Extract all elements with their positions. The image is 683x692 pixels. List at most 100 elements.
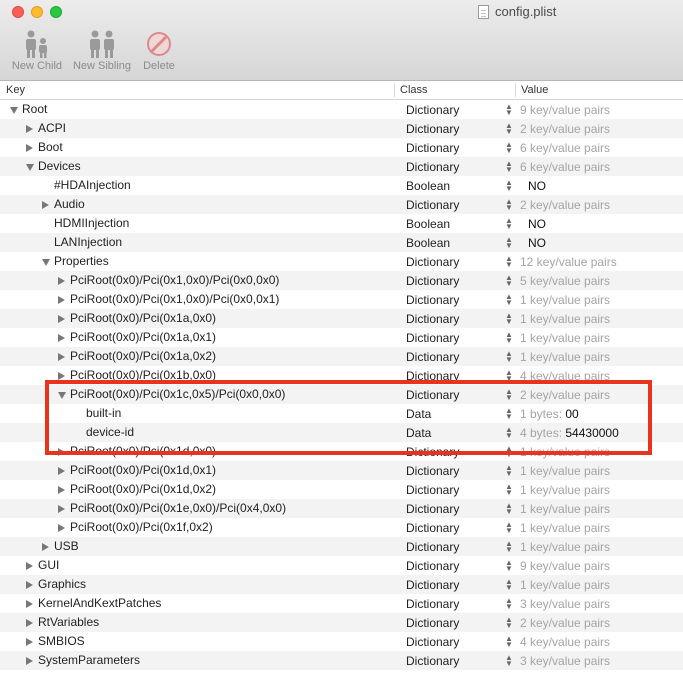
row-value[interactable]: 3 key/value pairs <box>520 654 610 668</box>
class-popup-stepper-icon[interactable]: ▲ ▼ <box>505 559 513 573</box>
outline-row[interactable]: PciRoot(0x0)/Pci(0x1,0x0)/Pci(0x0,0x1) Di… <box>0 290 683 309</box>
row-value[interactable]: 1 key/value pairs <box>520 312 610 326</box>
disclosure-collapsed-icon[interactable] <box>26 562 33 570</box>
zoom-window-button[interactable] <box>50 6 62 18</box>
row-class[interactable]: Dictionary <box>406 103 459 117</box>
class-popup-stepper-icon[interactable]: ▲ ▼ <box>505 103 513 117</box>
row-class[interactable]: Boolean <box>406 179 450 193</box>
outline-row[interactable]: #HDAInjection Boolean ▲ ▼ NO <box>0 176 683 195</box>
class-popup-stepper-icon[interactable]: ▲ ▼ <box>505 540 513 554</box>
row-value[interactable]: 4 bytes: 54430000 <box>520 426 619 440</box>
row-value[interactable]: 1 bytes: 00 <box>520 407 579 421</box>
row-value[interactable]: 6 key/value pairs <box>520 141 610 155</box>
row-class[interactable]: Boolean <box>406 217 450 231</box>
row-class[interactable]: Dictionary <box>406 597 459 611</box>
class-popup-stepper-icon[interactable]: ▲ ▼ <box>505 198 513 212</box>
class-popup-stepper-icon[interactable]: ▲ ▼ <box>505 160 513 174</box>
row-class[interactable]: Dictionary <box>406 502 459 516</box>
column-divider[interactable] <box>515 83 516 97</box>
row-class[interactable]: Data <box>406 407 431 421</box>
column-divider[interactable] <box>394 83 395 97</box>
outline-row[interactable]: PciRoot(0x0)/Pci(0x1c,0x5)/Pci(0x0,0x0) D… <box>0 385 683 404</box>
row-key[interactable]: Root <box>22 102 47 116</box>
row-key[interactable]: SystemParameters <box>38 653 140 667</box>
row-value[interactable]: 3 key/value pairs <box>520 597 610 611</box>
class-popup-stepper-icon[interactable]: ▲ ▼ <box>505 654 513 668</box>
value-column-header[interactable]: Value <box>521 84 548 96</box>
row-class[interactable]: Dictionary <box>406 559 459 573</box>
new-sibling-button[interactable]: New Sibling <box>70 28 134 72</box>
row-key[interactable]: SMBIOS <box>38 634 85 648</box>
row-value[interactable]: 6 key/value pairs <box>520 160 610 174</box>
row-class[interactable]: Dictionary <box>406 331 459 345</box>
disclosure-collapsed-icon[interactable] <box>58 486 65 494</box>
class-popup-stepper-icon[interactable]: ▲ ▼ <box>505 635 513 649</box>
outline-row[interactable]: ACPI Dictionary ▲ ▼ 2 key/value pairs <box>0 119 683 138</box>
row-key[interactable]: Devices <box>38 159 81 173</box>
disclosure-collapsed-icon[interactable] <box>26 125 33 133</box>
row-value[interactable]: 1 key/value pairs <box>520 331 610 345</box>
row-key[interactable]: Audio <box>54 197 85 211</box>
row-class[interactable]: Data <box>406 426 431 440</box>
class-popup-stepper-icon[interactable]: ▲ ▼ <box>505 578 513 592</box>
row-value[interactable]: 1 key/value pairs <box>520 293 610 307</box>
class-popup-stepper-icon[interactable]: ▲ ▼ <box>505 331 513 345</box>
row-class[interactable]: Dictionary <box>406 369 459 383</box>
row-value[interactable]: 12 key/value pairs <box>520 255 617 269</box>
row-key[interactable]: ACPI <box>38 121 66 135</box>
row-key[interactable]: Graphics <box>38 577 86 591</box>
outline-row[interactable]: built-in Data ▲ ▼ 1 bytes: 00 <box>0 404 683 423</box>
row-class[interactable]: Dictionary <box>406 160 459 174</box>
outline-row[interactable]: Audio Dictionary ▲ ▼ 2 key/value pairs <box>0 195 683 214</box>
outline-row[interactable]: PciRoot(0x0)/Pci(0x1d,0x0) Dictionary ▲ ▼ 1 … <box>0 442 683 461</box>
outline-row[interactable]: GUI Dictionary ▲ ▼ 9 key/value pairs <box>0 556 683 575</box>
row-key[interactable]: PciRoot(0x0)/Pci(0x1d,0x2) <box>70 482 216 496</box>
row-value[interactable]: 2 key/value pairs <box>520 616 610 630</box>
class-popup-stepper-icon[interactable]: ▲ ▼ <box>505 388 513 402</box>
outline-row[interactable]: PciRoot(0x0)/Pci(0x1f,0x2) Dictionary ▲ ▼ 1 … <box>0 518 683 537</box>
row-key[interactable]: PciRoot(0x0)/Pci(0x1b,0x0) <box>70 368 216 382</box>
row-key[interactable]: USB <box>54 539 79 553</box>
outline-row[interactable]: SMBIOS Dictionary ▲ ▼ 4 key/value pairs <box>0 632 683 651</box>
outline-row[interactable]: PciRoot(0x0)/Pci(0x1a,0x0) Dictionary ▲ ▼ 1 … <box>0 309 683 328</box>
outline-row[interactable]: Devices Dictionary ▲ ▼ 6 key/value pairs <box>0 157 683 176</box>
outline-row[interactable]: SystemParameters Dictionary ▲ ▼ 3 key/value … <box>0 651 683 670</box>
row-key[interactable]: Boot <box>38 140 63 154</box>
class-popup-stepper-icon[interactable]: ▲ ▼ <box>505 255 513 269</box>
row-key[interactable]: device-id <box>86 425 134 439</box>
outline-row[interactable]: PciRoot(0x0)/Pci(0x1d,0x1) Dictionary ▲ ▼ 1 … <box>0 461 683 480</box>
disclosure-collapsed-icon[interactable] <box>26 600 33 608</box>
row-class[interactable]: Dictionary <box>406 578 459 592</box>
outline-row[interactable]: Boot Dictionary ▲ ▼ 6 key/value pairs <box>0 138 683 157</box>
class-popup-stepper-icon[interactable]: ▲ ▼ <box>505 122 513 136</box>
row-class[interactable]: Dictionary <box>406 122 459 136</box>
row-class[interactable]: Dictionary <box>406 445 459 459</box>
row-value[interactable]: 9 key/value pairs <box>520 103 610 117</box>
row-value[interactable]: 1 key/value pairs <box>520 540 610 554</box>
row-class[interactable]: Dictionary <box>406 540 459 554</box>
row-value[interactable]: 2 key/value pairs <box>520 388 610 402</box>
row-key[interactable]: PciRoot(0x0)/Pci(0x1e,0x0)/Pci(0x4,0x0) <box>70 501 286 515</box>
row-value[interactable]: NO <box>528 217 546 231</box>
row-key[interactable]: #HDAInjection <box>54 178 131 192</box>
disclosure-collapsed-icon[interactable] <box>58 315 65 323</box>
minimize-window-button[interactable] <box>31 6 43 18</box>
outline-row[interactable]: PciRoot(0x0)/Pci(0x1e,0x0)/Pci(0x4,0x0) D… <box>0 499 683 518</box>
disclosure-collapsed-icon[interactable] <box>58 448 65 456</box>
class-popup-stepper-icon[interactable]: ▲ ▼ <box>505 407 513 421</box>
row-key[interactable]: PciRoot(0x0)/Pci(0x1,0x0)/Pci(0x0,0x0) <box>70 273 279 287</box>
disclosure-collapsed-icon[interactable] <box>58 353 65 361</box>
row-value[interactable]: 5 key/value pairs <box>520 274 610 288</box>
class-popup-stepper-icon[interactable]: ▲ ▼ <box>505 464 513 478</box>
outline-row[interactable]: PciRoot(0x0)/Pci(0x1d,0x2) Dictionary ▲ ▼ 1 … <box>0 480 683 499</box>
row-value[interactable]: 1 key/value pairs <box>520 350 610 364</box>
row-key[interactable]: PciRoot(0x0)/Pci(0x1f,0x2) <box>70 520 213 534</box>
outline-row[interactable]: HDMIInjection Boolean ▲ ▼ NO <box>0 214 683 233</box>
row-key[interactable]: PciRoot(0x0)/Pci(0x1c,0x5)/Pci(0x0,0x0) <box>70 387 285 401</box>
row-key[interactable]: KernelAndKextPatches <box>38 596 161 610</box>
class-popup-stepper-icon[interactable]: ▲ ▼ <box>505 274 513 288</box>
row-class[interactable]: Dictionary <box>406 141 459 155</box>
row-key[interactable]: HDMIInjection <box>54 216 129 230</box>
class-popup-stepper-icon[interactable]: ▲ ▼ <box>505 483 513 497</box>
disclosure-expanded-icon[interactable] <box>10 107 18 114</box>
